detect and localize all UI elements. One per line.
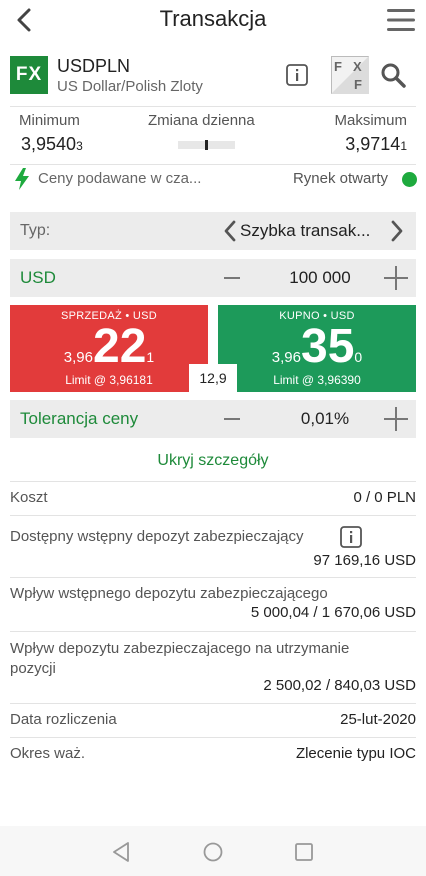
initial-margin-impact-label: Wpływ wstępnego depozytu zabezpieczające… (10, 585, 328, 602)
sell-price: 3,96221 (10, 321, 208, 373)
tolerance-increase-button[interactable] (384, 407, 408, 431)
instrument-name: US Dollar/Polish Zloty (57, 78, 203, 95)
info-icon[interactable] (286, 64, 308, 86)
divider (10, 577, 416, 578)
divider (10, 737, 416, 738)
maximum-value-pip: 1 (400, 139, 407, 153)
sell-price-main: 22 (93, 320, 147, 373)
buy-price-prefix: 3,96 (271, 349, 301, 366)
header: Transakcja (0, 0, 426, 40)
amount-input[interactable]: 100 000 (250, 268, 390, 288)
available-margin-value: 97 169,16 USD (313, 552, 416, 569)
maximum-value-main: 3,9714 (345, 134, 401, 154)
validity-label: Okres waż. (10, 745, 86, 762)
sell-button[interactable]: SPRZEDAŻ • USD 3,96221 Limit @ 3,96181 (10, 305, 208, 392)
sell-price-suffix: 1 (146, 349, 155, 365)
sell-limit: Limit @ 3,96181 (65, 373, 153, 387)
divider (10, 515, 416, 516)
buy-price-main: 35 (301, 320, 355, 373)
nav-back-icon[interactable] (111, 841, 133, 863)
tolerance-decrease-button[interactable] (224, 410, 242, 428)
hamburger-menu-icon[interactable] (386, 8, 416, 32)
daily-change-bar (178, 140, 235, 150)
fxf-letter-2: X (353, 59, 362, 74)
divider (10, 703, 416, 704)
market-status-text: Rynek otwarty (292, 170, 388, 187)
settlement-date-label: Data rozliczenia (10, 711, 117, 728)
hide-details-link[interactable]: Ukryj szczegóły (0, 452, 426, 470)
tolerance-input[interactable]: 0,01% (250, 409, 400, 429)
daily-change-marker (205, 140, 208, 150)
order-type-row: Typ: Szybka transak... (10, 212, 416, 250)
amount-increase-button[interactable] (384, 266, 408, 290)
maintenance-margin-value: 2 500,02 / 840,03 USD (263, 677, 416, 694)
buy-price-suffix: 0 (354, 349, 363, 365)
nav-home-icon[interactable] (202, 841, 224, 863)
divider (10, 164, 416, 165)
price-tolerance-label: Tolerancja ceny (20, 409, 139, 428)
minimum-label: Minimum (19, 112, 80, 129)
fx-futures-toggle-icon[interactable]: F X F (331, 56, 369, 94)
chevron-left-icon[interactable] (221, 219, 239, 243)
price-tolerance-row: Tolerancja ceny 0,01% (10, 400, 416, 438)
system-nav-bar (0, 826, 426, 876)
page-title: Transakcja (159, 6, 267, 31)
amount-decrease-button[interactable] (224, 269, 242, 287)
market-open-dot (402, 172, 417, 187)
spread-value: 12,9 (189, 364, 237, 392)
order-type-label: Typ: (20, 222, 51, 239)
minimum-value-pip: 3 (76, 139, 83, 153)
maximum-value: 3,97141 (345, 134, 407, 155)
instrument-symbol: USDPLN (57, 56, 131, 76)
daily-change-label: Zmiana dzienna (148, 112, 255, 129)
minimum-value-main: 3,9540 (21, 134, 77, 154)
divider (10, 481, 416, 482)
buy-price: 3,96350 (218, 321, 416, 373)
cost-value: 0 / 0 PLN (353, 489, 416, 506)
lightning-icon (15, 168, 29, 190)
price-delay-text[interactable]: Ceny podawane w cza... (38, 170, 201, 187)
info-icon[interactable] (340, 526, 362, 548)
search-icon[interactable] (380, 62, 406, 88)
maintenance-margin-label: Wpływ depozytu zabezpieczajacego na utrz… (10, 640, 350, 677)
nav-recents-icon[interactable] (293, 841, 315, 863)
instrument-header: FX USDPLN US Dollar/Polish Zloty F X F (0, 48, 426, 106)
settlement-date-value: 25-lut-2020 (340, 711, 416, 728)
divider (10, 631, 416, 632)
fx-badge: FX (10, 56, 48, 94)
divider (10, 106, 416, 107)
available-margin-label: Dostępny wstępny depozyt zabezpieczający (10, 528, 304, 545)
minimum-value: 3,95403 (21, 134, 83, 155)
order-type-value[interactable]: Szybka transak... (240, 221, 370, 241)
cost-label: Koszt (10, 489, 48, 506)
chevron-right-icon[interactable] (388, 219, 406, 243)
sell-price-prefix: 3,96 (63, 349, 93, 366)
maximum-label: Maksimum (334, 112, 407, 129)
validity-value: Zlecenie typu IOC (295, 745, 416, 762)
amount-row: USD 100 000 (10, 259, 416, 297)
amount-currency-label: USD (20, 268, 56, 287)
price-range-stats: Minimum 3,95403 Zmiana dzienna Maksimum … (0, 108, 426, 164)
buy-limit: Limit @ 3,96390 (273, 373, 361, 387)
buy-button[interactable]: KUPNO • USD 3,96350 Limit @ 3,96390 (218, 305, 416, 392)
status-bar: Ceny podawane w cza... Rynek otwarty (0, 166, 426, 196)
initial-margin-impact-value: 5 000,04 / 1 670,06 USD (250, 604, 416, 621)
fxf-letter-1: F (334, 59, 342, 74)
fxf-letter-3: F (354, 77, 362, 92)
